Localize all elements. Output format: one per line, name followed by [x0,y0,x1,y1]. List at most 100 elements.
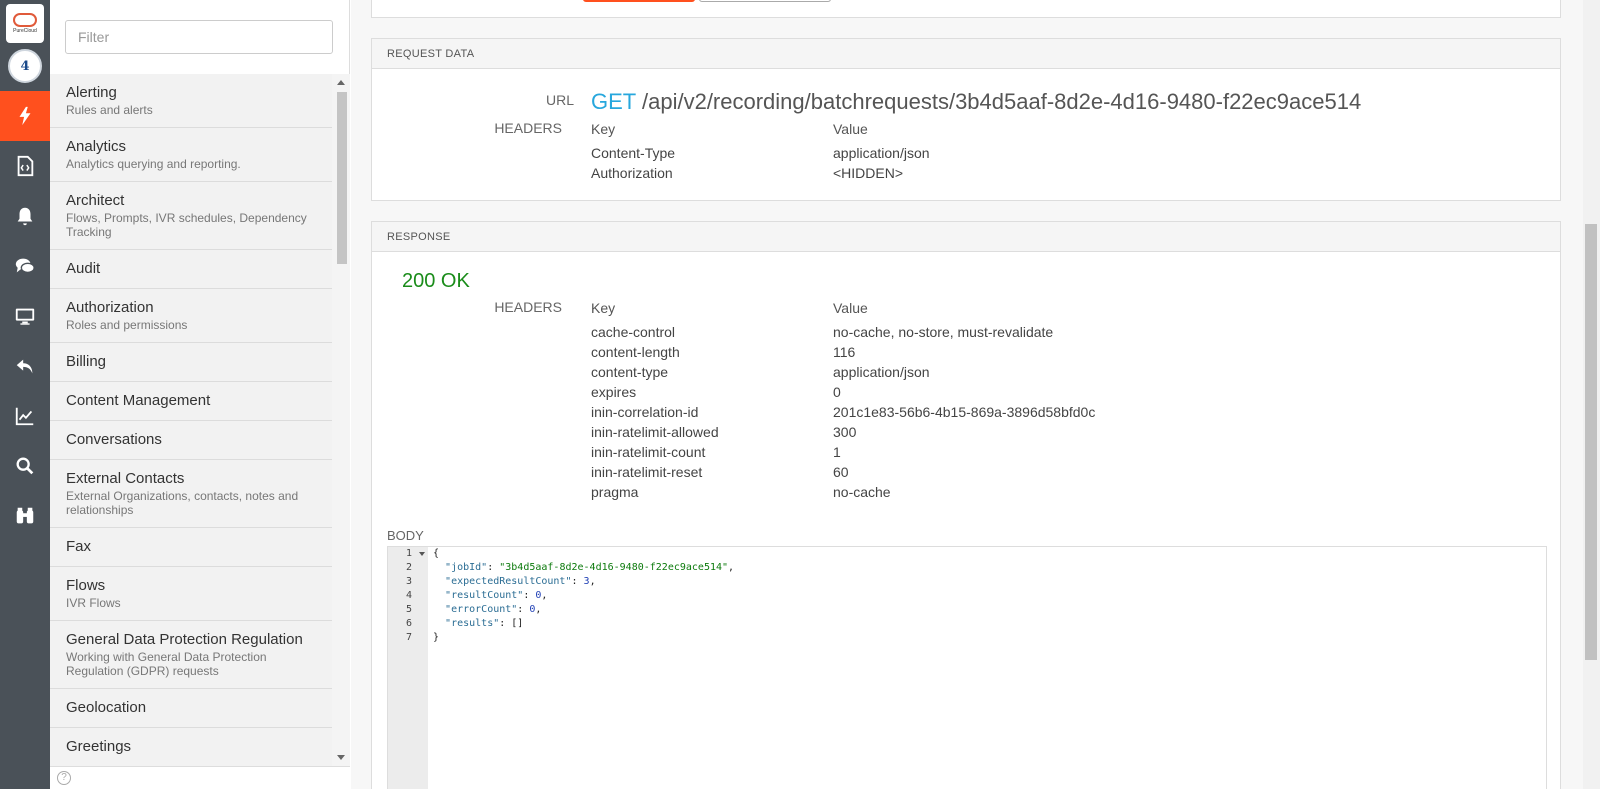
response-headers-table: Key Value cache-control no-cache, no-stor… [591,300,1191,504]
request-data-header: REQUEST DATA [372,39,1560,69]
main-scroll-thumb[interactable] [1585,224,1597,660]
rail-item-api-docs[interactable] [0,141,50,191]
nav-item-title: Geolocation [66,699,147,716]
nav-item[interactable]: General Data Protection Regulation Workin… [50,621,332,689]
app-icon-rail: PureCloud 4 [0,0,50,789]
nav-item-description: Flows, Prompts, IVR schedules, Dependenc… [66,211,307,239]
header-value: application/json [833,364,930,380]
request-headers-label: HEADERS [494,120,562,136]
nav-item[interactable]: External Contacts External Organizations,… [50,460,332,528]
search-icon [16,457,34,475]
header-value: 116 [833,344,856,360]
nav-item[interactable]: Flows IVR Flows [50,567,332,621]
header-key: inin-correlation-id [591,404,699,420]
nav-item-title: Flows [66,577,106,594]
response-header: RESPONSE [372,222,1560,252]
rail-item-desktop[interactable] [0,291,50,341]
line-number-gutter: 1234567 [388,547,428,789]
send-request-button[interactable] [583,0,695,2]
nav-item[interactable]: Conversations [50,421,332,460]
nav-item-description: Roles and permissions [66,318,188,332]
category-list: Alerting Rules and alerts Analytics Analyti… [50,74,332,766]
logo-text: PureCloud [13,28,37,34]
help-icon[interactable]: ? [57,771,71,785]
purecloud-logo[interactable]: PureCloud [6,4,44,43]
nav-item[interactable]: Architect Flows, Prompts, IVR schedules, … [50,182,332,250]
header-key: content-type [591,364,669,380]
response-status: 200 OK [402,270,470,292]
solve4-avatar[interactable]: 4 [8,49,42,83]
main-scrollbar[interactable] [1583,0,1600,789]
response-headers-rows: cache-control no-cache, no-store, must-re… [591,324,1191,504]
response-headers-label: HEADERS [494,299,562,315]
nav-item[interactable]: Content Management [50,382,332,421]
fold-arrow-icon[interactable] [419,552,425,556]
scroll-down-icon[interactable] [337,755,345,760]
nav-footer: ? [50,766,350,789]
code-line: "resultCount": 0, [445,590,548,601]
nav-item-title: Alerting [66,84,117,101]
line-number: 4 [405,590,412,601]
binoculars-icon [16,507,34,524]
json-key: "jobId" [445,562,488,573]
request-headers-table: Key Value Content-Type application/json Au… [591,121,1191,185]
nav-scrollbar[interactable] [332,74,350,766]
json-key: "errorCount" [445,604,518,615]
url-label: URL [545,92,574,108]
nav-item[interactable]: Billing [50,343,332,382]
nav-item[interactable]: Fax [50,528,332,567]
rail-item-notifications[interactable] [0,191,50,241]
nav-item[interactable]: Geolocation [50,689,332,728]
header-row: content-type application/json [591,364,1191,384]
nav-scroll-thumb[interactable] [337,92,347,264]
line-number: 3 [405,576,412,587]
nav-item[interactable]: Authorization Roles and permissions [50,289,332,343]
nav-item-description: Rules and alerts [66,103,153,117]
reply-arrow-icon [16,359,33,374]
rail-item-search[interactable] [0,441,50,491]
header-value: 201c1e83-56b6-4b15-869a-3896d58bfd0c [833,404,1096,420]
nav-item[interactable]: Alerting Rules and alerts [50,74,332,128]
scroll-up-icon[interactable] [337,80,345,85]
filter-input[interactable] [65,20,333,54]
nav-item-description: Working with General Data Protection Reg… [66,650,267,678]
code-line: "expectedResultCount": 3, [445,576,596,587]
line-number: 6 [405,618,412,629]
nav-item[interactable]: Analytics Analytics querying and reportin… [50,128,332,182]
header-value: 60 [833,464,849,480]
json-number: 0 [535,590,542,601]
value-column-header: Value [833,121,868,137]
header-key: expires [591,384,637,400]
nav-item-title: Architect [66,192,125,209]
line-number: 7 [405,632,412,643]
rail-item-dev-tools[interactable] [0,91,50,141]
rail-item-explore[interactable] [0,491,50,541]
json-number: 0 [529,604,536,615]
key-column-header: Key [591,300,616,316]
nav-item[interactable]: Greetings [50,728,332,766]
brace-open: { [433,548,440,559]
rail-item-reply[interactable] [0,341,50,391]
nav-item[interactable]: Audit [50,250,332,289]
code-line: "errorCount": 0, [445,604,542,615]
http-method: GET [591,89,637,114]
document-code-icon [17,155,34,177]
code-line: "results": [] [445,618,524,629]
header-value: no-cache, no-store, must-revalidate [833,324,1054,340]
header-row: pragma no-cache [591,484,1191,504]
response-panel: RESPONSE 200 OK HEADERS Key Value cache-… [371,221,1561,789]
rail-item-analytics[interactable] [0,391,50,441]
rail-item-chat[interactable] [0,241,50,291]
request-url: /api/v2/recording/batchrequests/3b4d5aaf… [642,89,1362,114]
header-row: inin-ratelimit-allowed 300 [591,424,1191,444]
value-column-header: Value [833,300,868,316]
nav-item-title: Conversations [66,431,162,448]
code-area[interactable]: { "jobId": "3b4d5aaf-8d2e-4d16-9480-f22e… [433,547,734,645]
bell-icon [17,207,33,226]
header-row: expires 0 [591,384,1191,404]
response-body-editor[interactable]: 1234567 { "jobId": "3b4d5aaf-8d2e-4d16-9… [387,546,1547,789]
request-data-panel: REQUEST DATA URL GET /api/v2/recording/b… [371,38,1561,201]
secondary-button[interactable] [699,0,831,2]
nav-item-description: External Organizations, contacts, notes … [66,489,299,517]
json-key: "expectedResultCount" [445,576,572,587]
